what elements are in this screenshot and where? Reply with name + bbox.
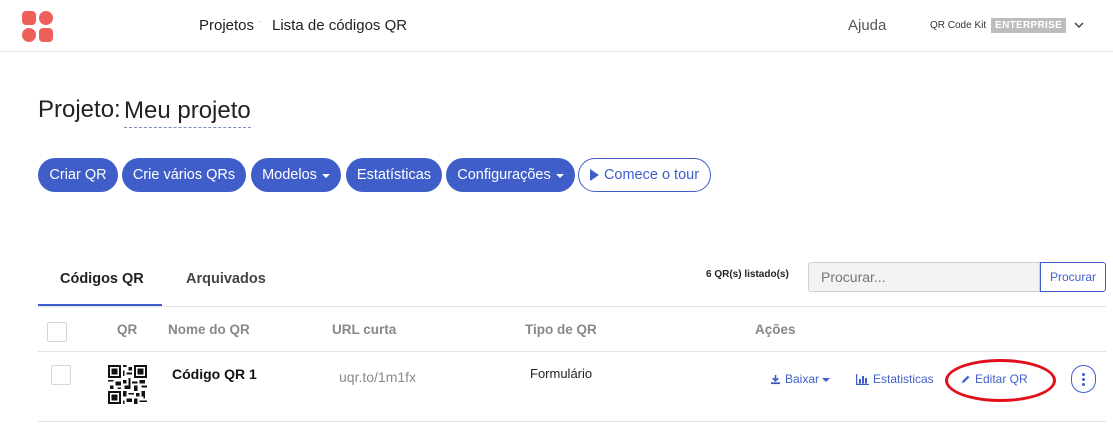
table-header-divider [38, 351, 1106, 352]
col-header-actions: Ações [755, 322, 796, 337]
caret-down-icon [555, 174, 564, 178]
tab-qr-codes[interactable]: Códigos QR [60, 271, 144, 287]
qr-count: 6 QR(s) listado(s) [706, 269, 789, 280]
create-many-label: Crie vários QRs [132, 167, 236, 183]
tour-label: Comece o tour [603, 167, 700, 183]
chevron-down-icon [1074, 22, 1084, 29]
qr-name-link[interactable]: Código QR 1 [172, 366, 257, 382]
top-bar: Projetos · Lista de códigos QR Ajuda QR … [0, 0, 1113, 52]
tabs-divider [38, 306, 1106, 307]
row-checkbox[interactable] [51, 365, 71, 385]
breadcrumb-current: Lista de códigos QR [272, 17, 408, 34]
col-header-type[interactable]: Tipo de QR [525, 322, 597, 337]
project-name-editable[interactable]: Meu projeto [124, 96, 251, 128]
tab-archived[interactable]: Arquivados [186, 271, 266, 287]
templates-label: Modelos [262, 167, 317, 183]
start-tour-button[interactable]: Comece o tour [578, 158, 711, 192]
statistics-button[interactable]: Estatísticas [346, 158, 442, 192]
active-tab-indicator [38, 304, 162, 306]
create-qr-button[interactable]: Criar QR [38, 158, 118, 192]
create-qr-label: Criar QR [49, 167, 107, 183]
logo-icon[interactable] [22, 11, 54, 43]
project-label: Projeto: [38, 96, 121, 123]
select-all-checkbox[interactable] [47, 322, 67, 342]
annotation-circle [945, 359, 1056, 402]
statistics-label: Estatisticas [873, 372, 934, 386]
account-menu[interactable]: QR Code Kit ENTERPRISE [930, 17, 1086, 33]
breadcrumb-projects[interactable]: Projetos [199, 17, 254, 34]
download-label: Baixar [785, 372, 820, 386]
breadcrumb-separator: · [258, 14, 262, 28]
help-link[interactable]: Ajuda [848, 17, 886, 34]
col-header-short-url[interactable]: URL curta [332, 322, 396, 337]
caret-down-icon [822, 377, 831, 382]
bar-chart-icon [856, 373, 869, 385]
caret-down-icon [321, 174, 330, 178]
kebab-dot [1082, 377, 1085, 381]
search-input[interactable] [808, 262, 1040, 292]
download-dropdown[interactable]: Baixar [770, 372, 831, 386]
search-button[interactable]: Procurar [1040, 262, 1106, 292]
plan-badge: ENTERPRISE [991, 17, 1067, 33]
col-header-name[interactable]: Nome do QR [168, 322, 250, 337]
table-row-divider [38, 421, 1106, 422]
settings-dropdown-button[interactable]: Configurações [446, 158, 575, 192]
statistics-link[interactable]: Estatisticas [856, 372, 934, 386]
col-header-qr: QR [117, 322, 138, 337]
create-many-qrs-button[interactable]: Crie vários QRs [122, 158, 246, 192]
settings-label: Configurações [457, 167, 551, 183]
templates-dropdown-button[interactable]: Modelos [251, 158, 341, 192]
qr-code-thumbnail[interactable] [108, 365, 147, 404]
statistics-label: Estatísticas [356, 167, 432, 183]
play-icon [589, 169, 599, 181]
kebab-dot [1082, 372, 1085, 376]
qr-type: Formulário [530, 366, 593, 381]
brand-name: QR Code Kit [930, 19, 987, 31]
download-icon [770, 374, 781, 384]
short-url-link[interactable]: uqr.to/1m1fx [339, 369, 416, 385]
more-options-button[interactable] [1071, 365, 1096, 393]
kebab-dot [1082, 382, 1085, 386]
